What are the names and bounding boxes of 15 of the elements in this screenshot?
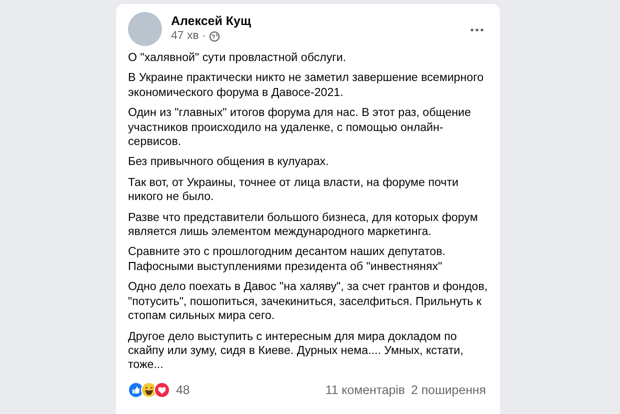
post-paragraph: Без привычного общения в кулуарах. (128, 155, 330, 170)
reaction-count[interactable]: 48 (176, 382, 320, 397)
post-paragraph: Так вот, от Украины, точнее от лица власти, на форуме почти никого не было. (128, 176, 460, 205)
author-name[interactable]: Алексей Кущ (171, 14, 459, 28)
post-paragraph: Сравните это с прошлогодним десантом наших депутатов. Пафосными выступлениями президента об "инвестнянях" (128, 245, 446, 274)
post-paragraph: Разве что представители большого бизнеса, для которых форум является лишь элементом международного маркетинга. (128, 210, 479, 240)
post-paragraph: О "халявной" сути провластной обслуги. (128, 51, 348, 66)
post-paragraph: Другое дело выступить с интересным для мира докладом по скайпу или зуму, сидя в Киеве. Дурных нема.... Умных, кстати, тоже... (128, 330, 464, 373)
post-paragraph: Один из "главных" итогов форума для нас. В этот раз, общение участников происходило на удаленке, с помощью онлайн-сервисов. (128, 106, 472, 150)
shares-link[interactable]: 2 поширення (411, 382, 486, 397)
post-paragraph: В Украине практически никто не заметил завершение всемирного экономического форума в Давосе-2021. (128, 71, 485, 100)
heart-reaction-icon[interactable] (154, 382, 170, 398)
post-time[interactable]: 47 хв · (171, 30, 206, 42)
comments-link[interactable]: 11 коментарів (325, 382, 406, 397)
post-paragraph: Одно дело поехать в Давос "на халяву", за счет грантов и фондов, "потусить", пошопиться, зачекиниться, заселфиться. Прильнуть к стопам сильных мира сего. (128, 280, 489, 324)
